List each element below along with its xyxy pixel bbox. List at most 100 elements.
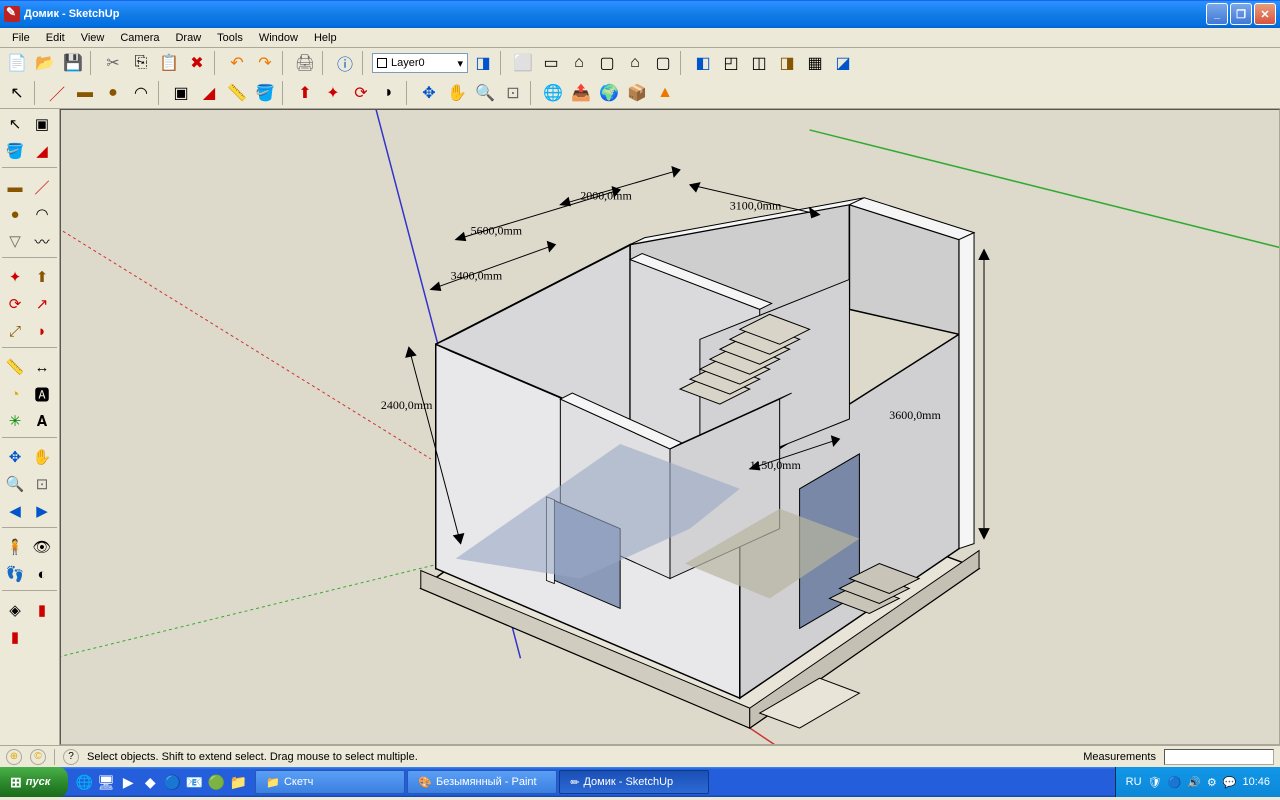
move-tool-icon[interactable]: ✦ xyxy=(320,80,346,106)
minimize-button[interactable]: _ xyxy=(1206,3,1228,25)
tray-clock[interactable]: 10:46 xyxy=(1242,776,1270,788)
top-view-icon[interactable]: ▭ xyxy=(538,50,564,76)
xray-icon[interactable]: ◧ xyxy=(690,50,716,76)
axes-icon[interactable]: ✳ xyxy=(2,408,28,434)
section-cut-icon[interactable]: ▮ xyxy=(2,624,28,650)
freehand-icon[interactable]: 〰 xyxy=(29,228,55,254)
menu-draw[interactable]: Draw xyxy=(167,30,209,46)
ql-media-icon[interactable]: ▶ xyxy=(118,771,138,793)
section-icon[interactable]: ◐ xyxy=(29,561,55,587)
monochrome-icon[interactable]: ◪ xyxy=(830,50,856,76)
scale-icon[interactable]: ⤢ xyxy=(2,318,28,344)
ql-app1-icon[interactable]: ◆ xyxy=(140,771,160,793)
menu-help[interactable]: Help xyxy=(306,30,345,46)
select-arrow-icon[interactable]: ↖ xyxy=(4,80,30,106)
make-component-icon[interactable]: ▣ xyxy=(168,80,194,106)
walk-icon[interactable]: 👣 xyxy=(2,561,28,587)
rotate-icon[interactable]: ⟳ xyxy=(2,291,28,317)
menu-view[interactable]: View xyxy=(73,30,113,46)
copy-icon[interactable]: ⎘ xyxy=(128,50,154,76)
ql-app5-icon[interactable]: 📁 xyxy=(228,771,248,793)
iso-view-icon[interactable]: ⬜ xyxy=(510,50,536,76)
status-credit-icon[interactable]: © xyxy=(30,749,46,765)
paste-icon[interactable]: 📋 xyxy=(156,50,182,76)
ql-ie-icon[interactable]: 🌐 xyxy=(74,771,94,793)
offset-icon[interactable]: ◗ xyxy=(29,318,55,344)
front-view-icon[interactable]: ⌂ xyxy=(566,50,592,76)
tray-lang[interactable]: RU xyxy=(1126,776,1142,788)
circle-tool-icon[interactable]: ● xyxy=(100,80,126,106)
hidden-line-icon[interactable]: ◫ xyxy=(746,50,772,76)
wireframe-icon[interactable]: ◰ xyxy=(718,50,744,76)
redo-icon[interactable]: ↷ xyxy=(252,50,278,76)
followme-icon[interactable]: ↗ xyxy=(29,291,55,317)
layer-manager-icon[interactable]: ◨ xyxy=(470,50,496,76)
ql-app2-icon[interactable]: 🔵 xyxy=(162,771,182,793)
open-file-icon[interactable]: 📂 xyxy=(32,50,58,76)
menu-tools[interactable]: Tools xyxy=(209,30,251,46)
pan-tool-icon[interactable]: ✋ xyxy=(29,444,55,470)
tape-measure-icon[interactable]: 📏 xyxy=(224,80,250,106)
section-display-icon[interactable]: ▮ xyxy=(29,597,55,623)
rotate-tool-icon[interactable]: ⟳ xyxy=(348,80,374,106)
arc-icon[interactable]: ◠ xyxy=(29,201,55,227)
delete-icon[interactable]: ✖ xyxy=(184,50,210,76)
pan-icon[interactable]: ✋ xyxy=(444,80,470,106)
menu-camera[interactable]: Camera xyxy=(112,30,167,46)
ql-app3-icon[interactable]: 📧 xyxy=(184,771,204,793)
tray-icon-3[interactable]: 🔊 xyxy=(1187,776,1201,789)
undo-icon[interactable]: ↶ xyxy=(224,50,250,76)
get-models-icon[interactable]: 🌐 xyxy=(540,80,566,106)
rectangle-tool-icon[interactable]: ▬ xyxy=(72,80,98,106)
circle-icon[interactable]: ● xyxy=(2,201,28,227)
shaded-textures-icon[interactable]: ▦ xyxy=(802,50,828,76)
share-model-icon[interactable]: 📤 xyxy=(568,80,594,106)
close-button[interactable]: ✕ xyxy=(1254,3,1276,25)
position-camera-icon[interactable]: 🧍 xyxy=(2,534,28,560)
toggle-terrain-icon[interactable]: ▲ xyxy=(652,80,678,106)
eraser-tool-icon[interactable]: ◢ xyxy=(196,80,222,106)
protractor-icon[interactable]: ◔ xyxy=(2,381,28,407)
previous-icon[interactable]: ◀ xyxy=(2,498,28,524)
ql-desktop-icon[interactable]: 🖥 xyxy=(96,771,116,793)
line-tool-icon[interactable]: ／ xyxy=(44,80,70,106)
push-pull-icon[interactable]: ⬆ xyxy=(292,80,318,106)
menu-file[interactable]: File xyxy=(4,30,38,46)
task-item-paint[interactable]: 🎨 Безымянный - Paint xyxy=(407,770,557,794)
viewport-3d[interactable]: 2000,0mm 3100,0mm 5600,0mm 3400,0mm 2400… xyxy=(60,109,1280,745)
start-button[interactable]: пуск xyxy=(0,767,68,797)
component-icon[interactable]: ▣ xyxy=(29,111,55,137)
rectangle-icon[interactable]: ▬ xyxy=(2,174,28,200)
maximize-button[interactable]: ❐ xyxy=(1230,3,1252,25)
tray-icon-2[interactable]: 🔵 xyxy=(1167,776,1181,789)
menu-edit[interactable]: Edit xyxy=(38,30,73,46)
zoom-extents-icon[interactable]: ⊡ xyxy=(500,80,526,106)
zoom-window-icon[interactable]: ⊡ xyxy=(29,471,55,497)
tray-icon-1[interactable]: 🛡 xyxy=(1148,776,1162,789)
arc-tool-icon[interactable]: ◠ xyxy=(128,80,154,106)
orbit-icon[interactable]: ✥ xyxy=(416,80,442,106)
new-file-icon[interactable]: 📄 xyxy=(4,50,30,76)
look-around-icon[interactable]: 👁 xyxy=(29,534,55,560)
google-earth-icon[interactable]: 🌍 xyxy=(596,80,622,106)
status-geo-icon[interactable]: ⊕ xyxy=(6,749,22,765)
line-icon[interactable]: ／ xyxy=(29,174,55,200)
paint-bucket-icon[interactable]: 🪣 xyxy=(252,80,278,106)
3dtext-icon[interactable]: 𝐀 xyxy=(29,408,55,434)
measurements-input[interactable] xyxy=(1164,749,1274,765)
left-view-icon[interactable]: ▢ xyxy=(650,50,676,76)
section-plane-icon[interactable]: ◈ xyxy=(2,597,28,623)
task-item-sketchup[interactable]: ✏ Домик - SketchUp xyxy=(559,770,709,794)
orbit-tool-icon[interactable]: ✥ xyxy=(2,444,28,470)
offset-tool-icon[interactable]: ◗ xyxy=(376,80,402,106)
layer-dropdown[interactable]: Layer0 ▾ xyxy=(372,53,468,73)
print-icon[interactable]: 🖨 xyxy=(292,50,318,76)
model-info-icon[interactable]: ⓘ xyxy=(332,50,358,76)
zoom-tool-icon[interactable]: 🔍 xyxy=(2,471,28,497)
save-icon[interactable]: 💾 xyxy=(60,50,86,76)
shaded-icon[interactable]: ◨ xyxy=(774,50,800,76)
pushpull-icon[interactable]: ⬆ xyxy=(29,264,55,290)
eraser-icon[interactable]: ◢ xyxy=(29,138,55,164)
back-view-icon[interactable]: ⌂ xyxy=(622,50,648,76)
next-icon[interactable]: ▶ xyxy=(29,498,55,524)
